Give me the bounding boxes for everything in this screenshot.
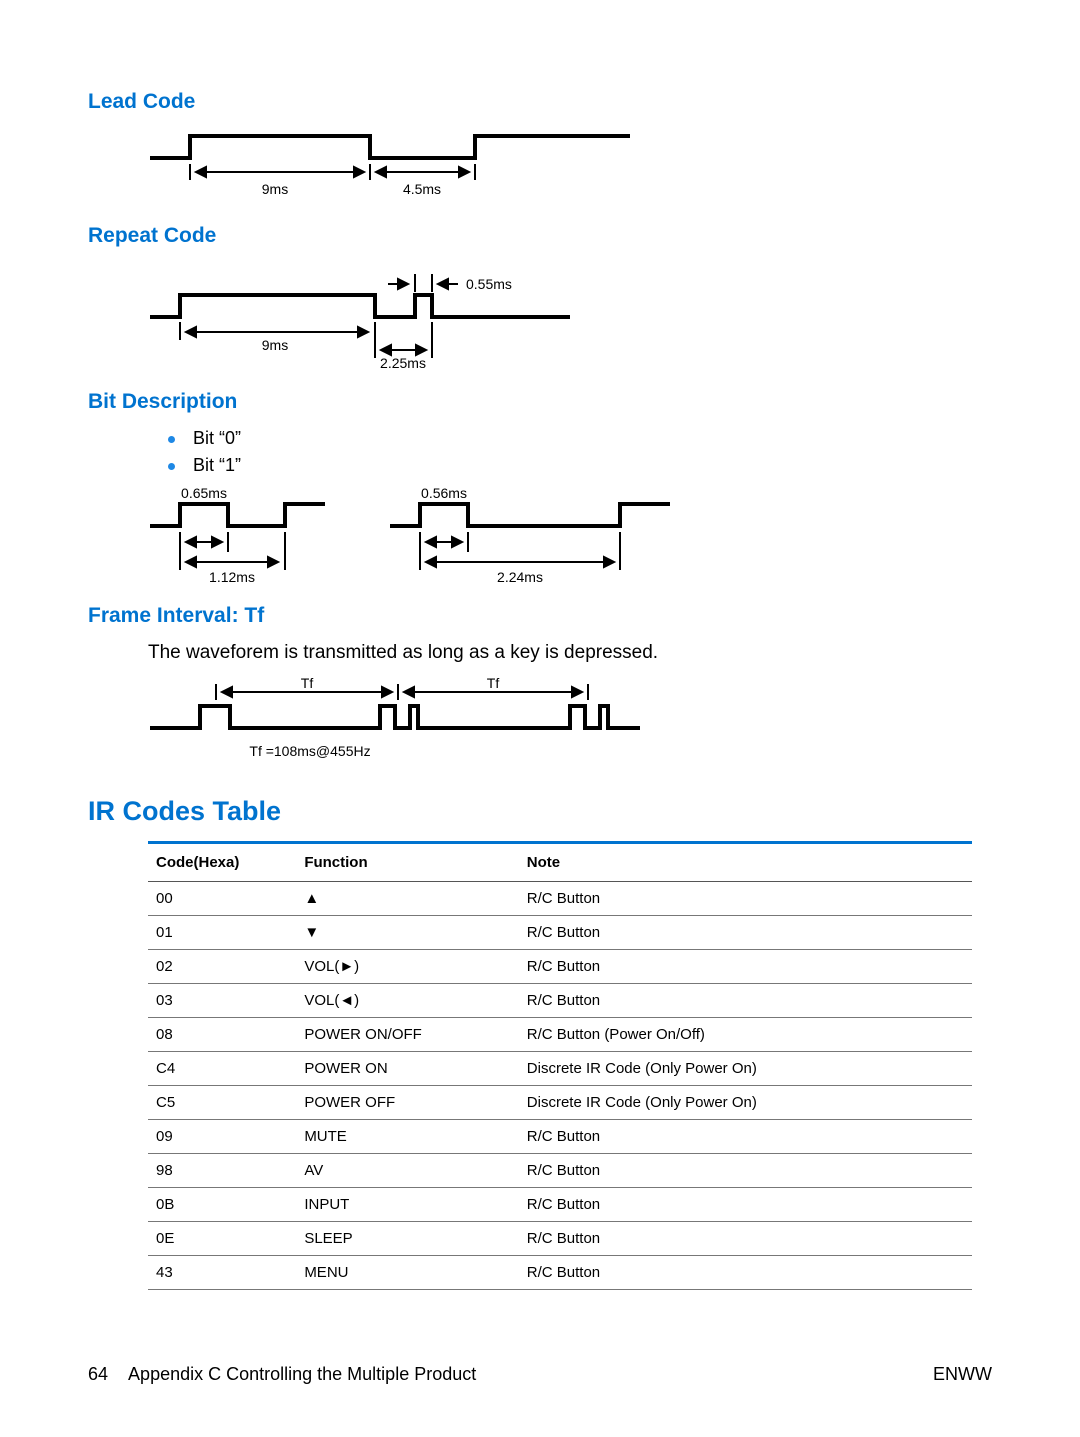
cell-code: C4 — [148, 1052, 296, 1086]
chapter-title: Appendix C Controlling the Multiple Prod… — [128, 1364, 476, 1384]
th-code: Code(Hexa) — [148, 843, 296, 882]
table-row: 08POWER ON/OFFR/C Button (Power On/Off) — [148, 1018, 972, 1052]
document-page: Lead Code 9ms 4.5ms Repeat Code — [0, 0, 1080, 1437]
cell-func: ▼ — [296, 916, 518, 950]
cell-func: VOL(◄) — [296, 984, 518, 1018]
cell-func: POWER ON/OFF — [296, 1018, 518, 1052]
cell-func: VOL(►) — [296, 950, 518, 984]
bit0-total: 1.12ms — [209, 569, 255, 585]
lead-code-t2: 4.5ms — [403, 181, 441, 197]
cell-code: 43 — [148, 1256, 296, 1290]
bit-desc-diagram: 0.65ms 1.12ms 0.56ms 2.24ms — [150, 486, 992, 586]
cell-code: 01 — [148, 916, 296, 950]
table-row: 09MUTER/C Button — [148, 1120, 972, 1154]
bullet-dot-icon — [168, 463, 175, 470]
table-row: C5POWER OFFDiscrete IR Code (Only Power … — [148, 1086, 972, 1120]
repeat-code-wide: 9ms — [262, 337, 288, 353]
cell-note: R/C Button — [519, 882, 972, 916]
table-row: 03VOL(◄)R/C Button — [148, 984, 972, 1018]
frame-interval-text: The waveforem is transmitted as long as … — [148, 642, 992, 664]
cell-code: 09 — [148, 1120, 296, 1154]
cell-func: AV — [296, 1154, 518, 1188]
bullet-dot-icon — [168, 436, 175, 443]
table-row: 0ESLEEPR/C Button — [148, 1222, 972, 1256]
cell-note: Discrete IR Code (Only Power On) — [519, 1052, 972, 1086]
bit-bullet-list: Bit “0” Bit “1” — [168, 428, 992, 476]
lead-code-t1: 9ms — [262, 181, 288, 197]
cell-note: R/C Button — [519, 1222, 972, 1256]
page-number: 64 — [88, 1364, 108, 1384]
lead-code-heading: Lead Code — [88, 90, 992, 114]
cell-code: 00 — [148, 882, 296, 916]
bit1-total: 2.24ms — [497, 569, 543, 585]
bit1-bullet: Bit “1” — [168, 455, 992, 476]
table-header-row: Code(Hexa) Function Note — [148, 843, 972, 882]
cell-code: C5 — [148, 1086, 296, 1120]
cell-code: 02 — [148, 950, 296, 984]
cell-note: R/C Button — [519, 984, 972, 1018]
bit1-label: Bit “1” — [193, 455, 241, 475]
cell-func: POWER ON — [296, 1052, 518, 1086]
cell-func: ▲ — [296, 882, 518, 916]
lead-code-diagram: 9ms 4.5ms — [150, 128, 992, 206]
cell-note: Discrete IR Code (Only Power On) — [519, 1086, 972, 1120]
frame-interval-heading: Frame Interval: Tf — [88, 604, 992, 628]
cell-note: R/C Button (Power On/Off) — [519, 1018, 972, 1052]
footer-right: ENWW — [933, 1364, 992, 1385]
cell-func: INPUT — [296, 1188, 518, 1222]
cell-note: R/C Button — [519, 1154, 972, 1188]
cell-code: 98 — [148, 1154, 296, 1188]
repeat-code-high: 0.55ms — [466, 276, 512, 292]
bit0-high: 0.65ms — [181, 486, 227, 501]
cell-code: 08 — [148, 1018, 296, 1052]
ir-codes-table: Code(Hexa) Function Note 00▲R/C Button01… — [148, 841, 972, 1290]
frame-tf1: Tf — [301, 678, 314, 691]
cell-func: MENU — [296, 1256, 518, 1290]
table-row: 98AVR/C Button — [148, 1154, 972, 1188]
table-row: 00▲R/C Button — [148, 882, 972, 916]
cell-func: MUTE — [296, 1120, 518, 1154]
table-row: 02VOL(►)R/C Button — [148, 950, 972, 984]
cell-code: 0E — [148, 1222, 296, 1256]
repeat-code-diagram: 0.55ms 9ms 2.25ms — [150, 262, 992, 372]
bit0-label: Bit “0” — [193, 428, 241, 448]
bit-desc-heading: Bit Description — [88, 390, 992, 414]
ir-codes-heading: IR Codes Table — [88, 796, 992, 827]
cell-note: R/C Button — [519, 1188, 972, 1222]
cell-note: R/C Button — [519, 916, 972, 950]
th-note: Note — [519, 843, 972, 882]
frame-tf2: Tf — [487, 678, 500, 691]
frame-interval-diagram: Tf Tf Tf =108ms@455Hz — [150, 678, 992, 766]
cell-func: SLEEP — [296, 1222, 518, 1256]
table-row: 43MENUR/C Button — [148, 1256, 972, 1290]
cell-note: R/C Button — [519, 1120, 972, 1154]
th-func: Function — [296, 843, 518, 882]
cell-note: R/C Button — [519, 1256, 972, 1290]
frame-note: Tf =108ms@455Hz — [249, 743, 370, 759]
cell-note: R/C Button — [519, 950, 972, 984]
repeat-code-low: 2.25ms — [380, 355, 426, 371]
bit1-high: 0.56ms — [421, 486, 467, 501]
repeat-code-heading: Repeat Code — [88, 224, 992, 248]
cell-func: POWER OFF — [296, 1086, 518, 1120]
table-row: C4POWER ONDiscrete IR Code (Only Power O… — [148, 1052, 972, 1086]
table-row: 01▼R/C Button — [148, 916, 972, 950]
cell-code: 0B — [148, 1188, 296, 1222]
cell-code: 03 — [148, 984, 296, 1018]
table-row: 0BINPUTR/C Button — [148, 1188, 972, 1222]
page-footer: 64 Appendix C Controlling the Multiple P… — [88, 1364, 992, 1385]
bit0-bullet: Bit “0” — [168, 428, 992, 449]
